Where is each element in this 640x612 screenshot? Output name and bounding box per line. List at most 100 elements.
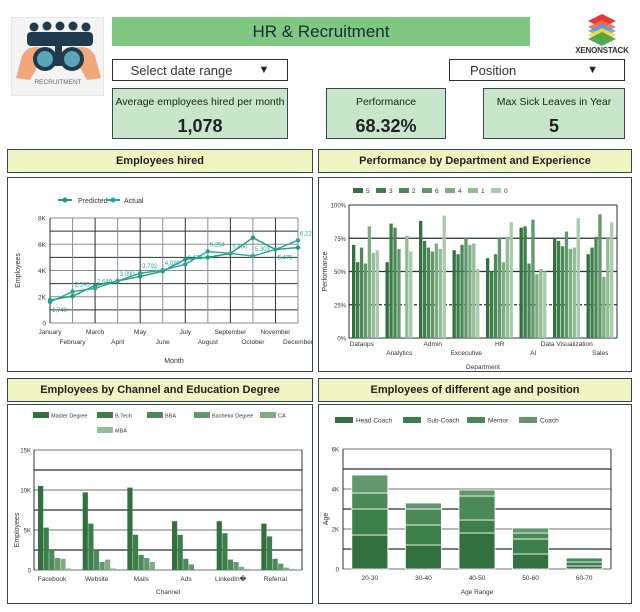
x-tick-label: 50-60 xyxy=(522,575,539,582)
legend-swatch xyxy=(194,412,210,418)
bar xyxy=(244,568,250,570)
stacked-bar-segment xyxy=(512,553,550,570)
legend-swatch xyxy=(353,188,363,193)
x-tick-label: January xyxy=(38,329,62,336)
point-actual xyxy=(137,271,143,276)
bar xyxy=(177,534,183,570)
legend-swatch xyxy=(376,188,386,193)
y-tick-label: 0% xyxy=(337,337,346,343)
bar xyxy=(476,268,480,338)
stacked-bar-segment xyxy=(512,532,550,540)
legend-label: 1 xyxy=(481,188,485,195)
data-label: 2,640 xyxy=(97,279,113,285)
kpi-sick-leaves: Max Sick Leaves in Year 5 xyxy=(483,88,625,139)
data-label: 1,740 xyxy=(52,308,68,314)
bar xyxy=(172,521,178,570)
legend-swatch xyxy=(422,188,432,193)
y-tick-label: 0 xyxy=(28,569,32,575)
legend-swatch xyxy=(519,417,537,423)
point-actual xyxy=(295,238,301,243)
legend-predicted-marker xyxy=(62,197,68,203)
y-axis-title: Age xyxy=(323,513,330,526)
x-tick-label: March xyxy=(86,329,104,336)
point-actual xyxy=(115,278,120,284)
point-actual xyxy=(250,253,256,259)
stacked-bar-segment xyxy=(512,527,550,534)
bar xyxy=(452,250,456,338)
bar xyxy=(434,243,439,338)
bar xyxy=(430,251,435,338)
legend-label: MBA xyxy=(115,429,127,435)
bar xyxy=(556,240,561,338)
position-dropdown[interactable]: Position ▼ xyxy=(449,59,625,81)
legend-label: 6 xyxy=(435,188,439,195)
bar xyxy=(489,271,494,338)
point-predicted xyxy=(295,245,301,250)
date-range-dropdown[interactable]: Select date range ▼ xyxy=(112,59,288,81)
stacked-bar-segment xyxy=(405,502,442,510)
bar xyxy=(527,263,531,338)
bar xyxy=(239,566,245,570)
legend-label: 5 xyxy=(366,188,370,195)
bar xyxy=(385,262,389,338)
legend-label: 3 xyxy=(389,188,393,195)
point-actual xyxy=(273,247,278,252)
bar xyxy=(602,276,606,338)
legend-swatch xyxy=(467,417,485,423)
legend-swatch xyxy=(445,188,455,193)
xenonstack-logo: XENONSTACK xyxy=(572,12,632,58)
y-tick-label: 50% xyxy=(334,270,347,276)
y-axis-title: Performance xyxy=(322,251,329,291)
bar xyxy=(363,263,368,338)
legend-label: 2 xyxy=(412,188,416,195)
legend-predicted-label: Predicted xyxy=(78,198,108,205)
x-tick-label: HR xyxy=(495,341,505,348)
legend-swatch xyxy=(33,412,49,418)
point-actual xyxy=(70,289,75,294)
brand-name: XENONSTACK xyxy=(575,46,629,55)
stacked-bar-segment xyxy=(405,524,442,546)
legend-label: BBA xyxy=(165,414,176,420)
x-tick-label: LinkedIn� xyxy=(215,574,248,583)
bar xyxy=(110,568,116,570)
legend-label: 0 xyxy=(504,188,508,195)
dropdown-arrow-icon: ▼ xyxy=(587,64,598,76)
y-axis-title: Employees xyxy=(15,253,22,288)
performance-bar-chart: 5 3 2 6 4 1 00%25%50%75%100%DataopsAnalyticsAd… xyxy=(322,188,618,371)
bar xyxy=(188,564,194,570)
dropdown-arrow-icon: ▼ xyxy=(258,64,270,76)
y-tick-label: 6K xyxy=(332,448,339,454)
bar xyxy=(289,568,295,570)
page-title: HR & Recruitment xyxy=(112,17,530,46)
x-tick-label: Sales xyxy=(592,350,609,357)
bar xyxy=(93,550,100,570)
performance-chart-panel: 5 3 2 6 4 1 0 0% 25% 50% 75% 100% Dataops Analytics Ad… xyxy=(318,177,632,372)
bar xyxy=(586,254,590,338)
data-label: 4,020 xyxy=(165,261,181,267)
y-tick-label: 6K xyxy=(38,242,47,249)
stacked-bar-segment xyxy=(351,492,389,510)
bar xyxy=(49,549,55,570)
x-tick-label: 60-70 xyxy=(576,575,593,582)
legend-label: Head Coach xyxy=(356,418,393,425)
point-actual xyxy=(205,249,211,254)
bar xyxy=(397,248,401,338)
kpi-avg-hired: Average employees hired per month 1,078 xyxy=(112,88,288,139)
legend-label: Master Degree xyxy=(51,414,87,420)
position-label: Position xyxy=(470,62,517,78)
bar xyxy=(531,219,535,338)
age-stacked-bar-chart: Head Coach Sub-Coach Mentor Coach 0 2K 4K 6K 20-… xyxy=(323,417,612,596)
x-axis-title: Department xyxy=(466,364,500,371)
legend-swatch xyxy=(491,188,501,193)
legend-label: CA xyxy=(278,414,286,420)
y-tick-label: 8K xyxy=(38,216,47,223)
kpi-label: Max Sick Leaves in Year xyxy=(496,96,612,108)
x-tick-label: August xyxy=(198,339,218,346)
data-label: 5,254 xyxy=(210,242,226,248)
data-label: 2,190 xyxy=(75,283,91,289)
point-actual xyxy=(228,251,233,256)
bar xyxy=(523,226,527,338)
bar xyxy=(105,559,111,570)
bar xyxy=(568,248,573,338)
x-tick-label: Website xyxy=(85,576,109,583)
